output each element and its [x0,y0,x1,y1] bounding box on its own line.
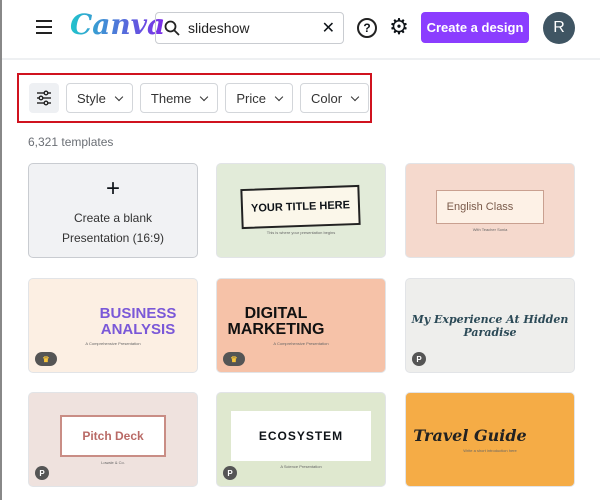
filter-theme[interactable]: Theme [139,83,219,113]
blank-label: Create a blank [73,210,153,225]
template-title: English Class [435,189,545,224]
canva-logo[interactable]: Canva [70,8,165,41]
template-card[interactable]: YOUR TITLE HERE This is where your presen… [216,163,386,258]
template-title: Travel Guide [413,426,527,445]
gear-icon[interactable]: ⚙ [388,14,410,39]
chevron-down-icon [114,92,124,101]
chevron-down-icon [200,92,209,101]
search-bar[interactable]: ✕ [155,12,344,44]
template-card[interactable]: Travel Guide Write a short introduction h… [405,392,575,487]
header-divider [2,58,600,60]
template-subtitle: A Comprehensive Presentation [85,340,141,346]
filter-label: Price [236,90,266,106]
filter-label: Style [77,90,106,106]
template-card[interactable]: DIGITAL MARKETING A Comprehensive Present… [216,278,386,373]
filter-settings-button[interactable] [29,83,59,113]
avatar[interactable]: R [543,12,575,44]
template-subtitle: Lowale & Co. [101,459,125,465]
template-title: YOUR TITLE HERE [240,184,362,229]
template-card[interactable]: BUSINESS ANALYSIS A Comprehensive Present… [28,278,198,373]
clear-icon[interactable]: ✕ [322,18,335,38]
crown-icon: ♛ [223,352,245,366]
menu-icon[interactable] [36,20,52,34]
presentation-badge-icon: P [35,466,49,480]
template-card[interactable]: ECOSYSTEM A Science Presentation P [216,392,386,487]
template-subtitle: Write a short introduction here [463,448,517,453]
template-subtitle: With Teacher Sonia [472,226,508,232]
plus-icon: + [105,174,120,202]
template-title: BUSINESS ANALYSIS [99,304,177,338]
presentation-badge-icon: P [223,466,237,480]
template-count: 6,321 templates [28,135,114,149]
filter-label: Theme [150,90,192,106]
template-subtitle: This is where your presentation begins [266,229,336,235]
filter-bar: Style Theme Price Color [17,73,372,123]
template-title: Pitch Deck [60,414,166,457]
template-card[interactable]: Pitch Deck Lowale & Co. P [28,392,198,487]
template-card[interactable]: English Class With Teacher Sonia [405,163,575,258]
template-card[interactable]: My Experience At Hidden Paradise P [405,278,575,373]
template-title: My Experience At Hidden Paradise [411,312,569,339]
template-subtitle: A Comprehensive Presentation [273,340,329,346]
sliders-icon [37,90,51,106]
template-title: DIGITAL MARKETING [227,304,325,338]
presentation-badge-icon: P [412,352,426,366]
blank-label: Presentation (16:9) [61,230,165,245]
filter-color[interactable]: Color [300,83,370,113]
chevron-down-icon [274,92,284,101]
filter-label: Color [311,90,343,106]
search-input[interactable] [188,20,322,36]
template-subtitle: A Science Presentation [280,463,322,469]
create-blank-card[interactable]: + Create a blank Presentation (16:9) [28,163,198,258]
help-icon[interactable]: ? [357,18,377,38]
filter-price[interactable]: Price [225,83,293,113]
filter-style[interactable]: Style [66,83,133,113]
search-icon [164,20,180,36]
crown-icon: ♛ [35,352,57,366]
template-title: ECOSYSTEM [230,410,372,461]
chevron-down-icon [350,92,360,101]
create-design-button[interactable]: Create a design [421,12,529,43]
